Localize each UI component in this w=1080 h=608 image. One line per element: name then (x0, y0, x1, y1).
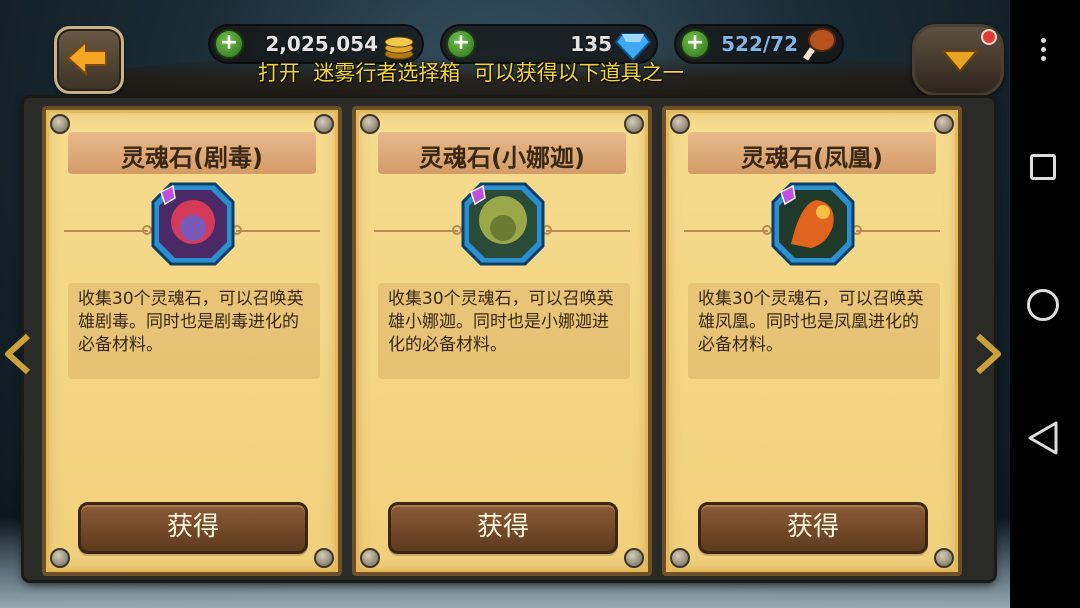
stamina-value: 522/72 (721, 32, 798, 56)
divider-ornament (542, 225, 630, 235)
card-description: 收集30个灵魂石，可以召唤英雄凤凰。同时也是凤凰进化的必备材料。 (698, 289, 924, 355)
card-title-band: 灵魂石(凤凰) (688, 132, 936, 174)
card-title: 灵魂石(凤凰) (741, 144, 883, 172)
obtain-button[interactable]: 获得 (78, 502, 308, 554)
divider-ornament (232, 225, 320, 235)
description-box: 收集30个灵魂石，可以召唤英雄凤凰。同时也是凤凰进化的必备材料。 (688, 283, 940, 379)
card-title-band: 灵魂石(小娜迦) (378, 132, 626, 174)
rivet (624, 114, 644, 134)
rivet (360, 114, 380, 134)
chevron-down-icon (941, 50, 979, 73)
card-title: 灵魂石(小娜迦) (419, 144, 585, 172)
rivet (934, 548, 954, 568)
naga-hero-portrait-icon (461, 182, 545, 266)
rivet (934, 114, 954, 134)
stamina-resource: + 522/72 (674, 24, 844, 64)
gems-value: 135 (570, 32, 612, 56)
card-title: 灵魂石(剧毒) (121, 144, 263, 172)
divider-ornament (374, 225, 462, 235)
obtain-button[interactable]: 获得 (388, 502, 618, 554)
divider-ornament (852, 225, 940, 235)
announcement-text: 打开 迷雾行者选择箱 可以获得以下道具之一 (258, 61, 684, 85)
menu-dropdown-button[interactable] (912, 24, 1004, 96)
rivet (50, 548, 70, 568)
phoenix-hero-portrait-icon (771, 182, 855, 266)
gold-value: 2,025,054 (265, 32, 378, 56)
card-description: 收集30个灵魂石，可以召唤英雄剧毒。同时也是剧毒进化的必备材料。 (78, 289, 304, 355)
rivet (314, 548, 334, 568)
add-gems-button[interactable]: + (446, 29, 476, 59)
rivet (360, 548, 380, 568)
meat-drumstick-icon (803, 28, 836, 61)
back-arrow-icon (66, 39, 107, 77)
divider-ornament (684, 225, 772, 235)
rivet (624, 548, 644, 568)
description-box: 收集30个灵魂石，可以召唤英雄小娜迦。同时也是小娜迦进化的必备材料。 (378, 283, 630, 379)
back-triangle-icon[interactable] (1026, 420, 1060, 456)
add-gold-button[interactable]: + (214, 29, 244, 59)
home-icon[interactable] (1027, 289, 1059, 321)
rivet (670, 114, 690, 134)
back-button[interactable] (54, 26, 124, 94)
obtain-button[interactable]: 获得 (698, 502, 928, 554)
notification-dot (981, 29, 997, 45)
description-box: 收集30个灵魂石，可以召唤英雄剧毒。同时也是剧毒进化的必备材料。 (68, 283, 320, 379)
game-screen: + 2,025,054 + 135 + 522/72 打开 迷雾行者选择箱 可以… (0, 0, 1010, 608)
previous-arrow-icon[interactable] (2, 332, 32, 376)
overflow-menu-icon[interactable] (1041, 38, 1047, 65)
recent-apps-icon[interactable] (1030, 154, 1056, 180)
add-stamina-button[interactable]: + (680, 29, 710, 59)
poison-hero-portrait-icon (151, 182, 235, 266)
rivet (670, 548, 690, 568)
card-description: 收集30个灵魂石，可以召唤英雄小娜迦。同时也是小娜迦进化的必备材料。 (388, 289, 614, 355)
rivet (314, 114, 334, 134)
reward-card: 灵魂石(剧毒) 收集30个灵魂石，可以召唤英雄剧毒。同时也是剧毒进化的必备材料。… (42, 106, 342, 576)
divider-ornament (64, 225, 152, 235)
card-title-band: 灵魂石(剧毒) (68, 132, 316, 174)
rivet (50, 114, 70, 134)
system-navigation-bar (1010, 0, 1080, 608)
next-arrow-icon[interactable] (974, 332, 1004, 376)
reward-card: 灵魂石(小娜迦) 收集30个灵魂石，可以召唤英雄小娜迦。同时也是小娜迦进化的必备… (352, 106, 652, 576)
reward-card: 灵魂石(凤凰) 收集30个灵魂石，可以召唤英雄凤凰。同时也是凤凰进化的必备材料。… (662, 106, 962, 576)
